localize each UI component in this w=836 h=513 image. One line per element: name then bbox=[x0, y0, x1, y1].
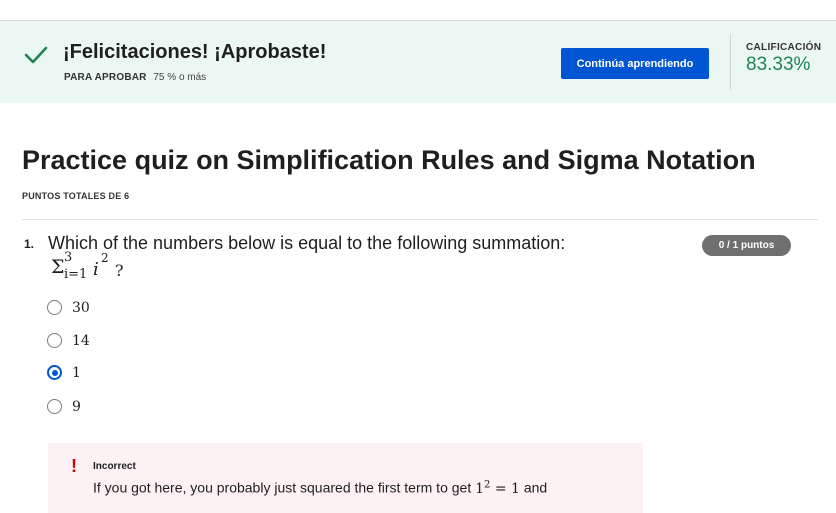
congrats-message: ¡Felicitaciones! ¡Aprobaste! bbox=[63, 41, 327, 63]
radio-button[interactable] bbox=[47, 399, 62, 414]
radio-button-selected[interactable] bbox=[47, 365, 62, 380]
pass-label: PARA APROBAR bbox=[64, 72, 147, 83]
option-label: 1 bbox=[72, 365, 81, 381]
question-text: Which of the numbers below is equal to t… bbox=[48, 233, 566, 253]
option-label: 14 bbox=[72, 333, 90, 349]
feedback-text-before: If you got here, you probably just squar… bbox=[93, 479, 476, 496]
question-mark: ? bbox=[115, 261, 124, 280]
feedback-text-after: and bbox=[519, 479, 548, 496]
sigma-symbol: Σ bbox=[51, 256, 65, 278]
exclamation-icon: ! bbox=[71, 456, 77, 476]
sum-upper-bound: 3 bbox=[64, 250, 73, 265]
feedback-status: Incorrect bbox=[93, 461, 136, 472]
option-label: 9 bbox=[72, 399, 81, 415]
question-number: 1. bbox=[24, 237, 35, 251]
question-points-badge: 0 / 1 puntos bbox=[702, 235, 791, 256]
feedback-math: 12 = 1 bbox=[475, 479, 520, 497]
radio-button[interactable] bbox=[47, 300, 62, 315]
grade-label: CALIFICACIÓN bbox=[746, 42, 822, 53]
sum-lower-bound: i=1 bbox=[64, 267, 88, 282]
continue-learning-button[interactable]: Continúa aprendiendo bbox=[561, 48, 709, 79]
total-points: PUNTOS TOTALES DE 6 bbox=[22, 191, 130, 201]
feedback-text: If you got here, you probably just squar… bbox=[93, 479, 547, 497]
checkmark-icon bbox=[24, 46, 48, 64]
sum-exponent: 2 bbox=[101, 251, 109, 265]
pass-threshold: 75 % o más bbox=[153, 72, 207, 83]
section-divider bbox=[22, 219, 818, 220]
option-label: 30 bbox=[72, 300, 90, 316]
page-title: Practice quiz on Simplification Rules an… bbox=[22, 145, 756, 175]
radio-button[interactable] bbox=[47, 333, 62, 348]
banner-divider bbox=[730, 34, 731, 90]
grade-value: 83.33% bbox=[746, 54, 811, 75]
feedback-math-result: = 1 bbox=[490, 480, 520, 497]
pass-requirement: PARA APROBAR 75 % o más bbox=[64, 72, 206, 83]
sum-variable: i bbox=[93, 259, 99, 280]
feedback-math-base: 1 bbox=[475, 480, 485, 497]
